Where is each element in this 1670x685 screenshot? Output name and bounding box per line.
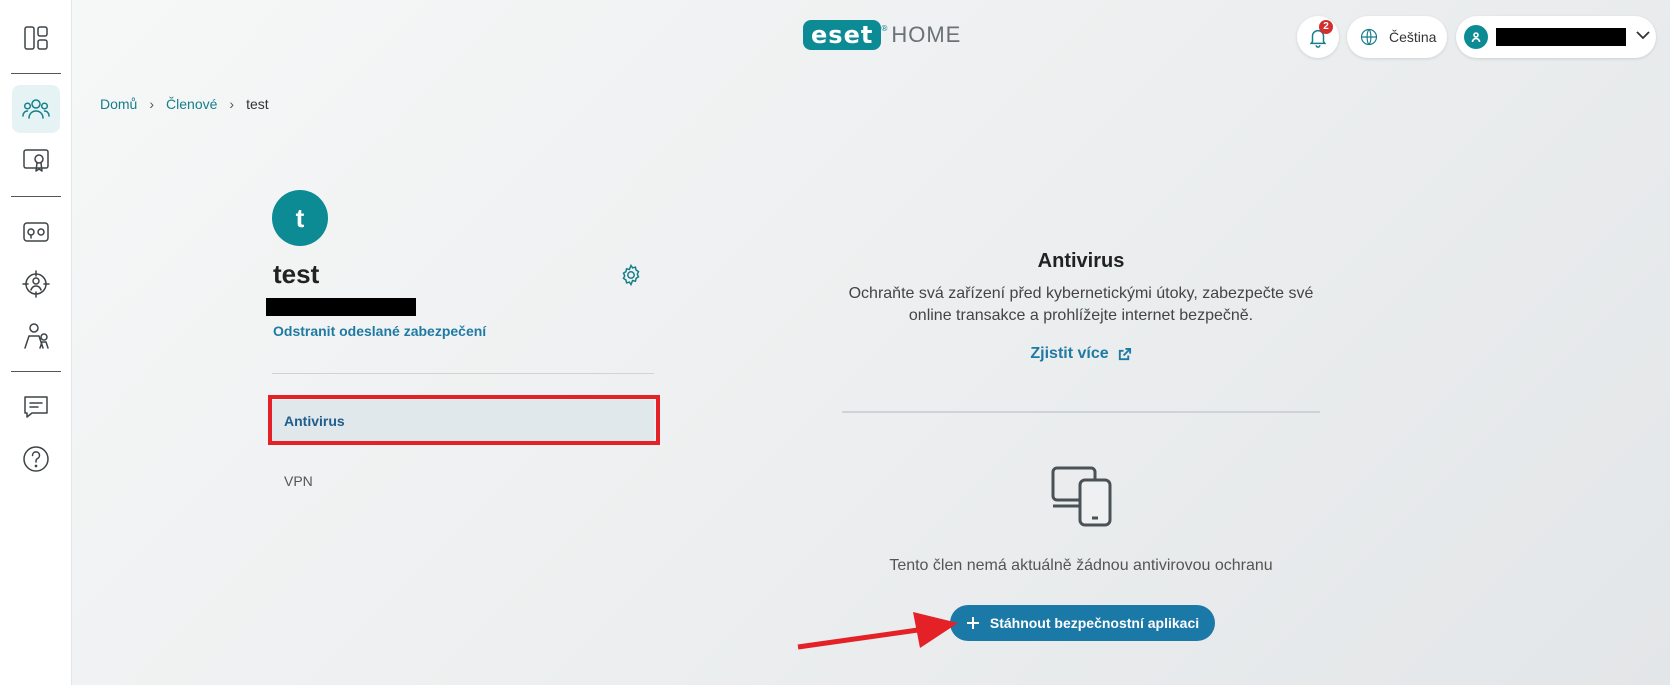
- nav-help[interactable]: [12, 435, 60, 483]
- help-icon: [22, 446, 49, 472]
- nav-separator: [10, 73, 61, 74]
- breadcrumb-current: test: [246, 96, 269, 112]
- language-label: Čeština: [1389, 29, 1437, 45]
- member-name: test: [273, 259, 320, 289]
- license-icon: [22, 149, 49, 172]
- notification-count-badge: 2: [1319, 20, 1333, 34]
- eset-home-logo[interactable]: eset ® HOME: [803, 20, 961, 50]
- devices-icon: [1051, 466, 1112, 527]
- language-selector[interactable]: Čeština: [1347, 16, 1447, 58]
- no-protection-message: Tento člen nemá aktuálně žádnou antiviro…: [889, 557, 1273, 574]
- left-nav-rail: [0, 0, 72, 685]
- registered-mark: ®: [880, 24, 890, 33]
- panel-divider: [272, 373, 654, 374]
- anti-theft-icon: [21, 270, 50, 298]
- product-tab-vpn[interactable]: VPN: [272, 460, 654, 502]
- members-icon: [21, 99, 50, 119]
- user-avatar: [1464, 25, 1488, 49]
- parental-control-icon: [23, 323, 49, 349]
- external-link-icon: [1118, 347, 1131, 360]
- remove-sent-protection-link[interactable]: Odstranit odeslané zabezpečení: [273, 323, 486, 339]
- nav-anti-theft[interactable]: [12, 260, 60, 308]
- nav-licenses[interactable]: [12, 137, 60, 185]
- breadcrumb-chevron-icon: ›: [149, 96, 155, 112]
- nav-separator: [10, 371, 61, 372]
- dashboard-icon: [23, 26, 48, 50]
- breadcrumb: Domů › Členové › test: [100, 96, 269, 112]
- breadcrumb-home[interactable]: Domů: [100, 96, 137, 112]
- nav-messages[interactable]: [12, 383, 60, 431]
- plus-icon: [966, 617, 979, 629]
- learn-more-link[interactable]: Zjistit více: [842, 345, 1320, 363]
- breadcrumb-members[interactable]: Členové: [166, 96, 217, 112]
- globe-icon: [1360, 28, 1378, 46]
- nav-parental-control[interactable]: [12, 312, 60, 360]
- product-tab-label: VPN: [284, 473, 313, 489]
- notifications-button[interactable]: 2: [1297, 16, 1339, 58]
- devices-illustration: [1050, 463, 1116, 534]
- product-description: Ochraňte svá zařízení před kybernetickým…: [848, 285, 1314, 324]
- breadcrumb-chevron-icon: ›: [229, 96, 235, 112]
- messages-icon: [23, 396, 48, 418]
- user-account-menu[interactable]: [1456, 16, 1656, 58]
- member-avatar: t: [272, 190, 328, 246]
- content-divider: [842, 411, 1320, 413]
- gear-icon: [622, 263, 640, 287]
- user-icon: [1471, 32, 1481, 43]
- product-title: Antivirus: [1037, 250, 1125, 272]
- member-settings-button[interactable]: [619, 263, 643, 292]
- member-email-redacted: [266, 298, 416, 316]
- chevron-down-icon: [1636, 30, 1650, 39]
- nav-dashboard[interactable]: [12, 14, 60, 62]
- nav-members[interactable]: [11, 85, 60, 133]
- logo-home-text: HOME: [891, 22, 962, 47]
- annotation-highlight-box: [268, 395, 660, 445]
- nav-separator: [10, 196, 61, 197]
- user-menu-chevron: [1634, 26, 1652, 49]
- download-button-label: Stáhnout bezpečnostní aplikaci: [989, 615, 1200, 631]
- eset-logo-badge: eset ®: [803, 20, 888, 50]
- nav-password-manager[interactable]: [12, 208, 60, 256]
- learn-more-label: Zjistit více: [1030, 345, 1109, 362]
- password-manager-icon: [22, 222, 49, 242]
- download-security-app-button[interactable]: Stáhnout bezpečnostní aplikaci: [950, 605, 1215, 641]
- user-email-redacted: [1496, 28, 1626, 46]
